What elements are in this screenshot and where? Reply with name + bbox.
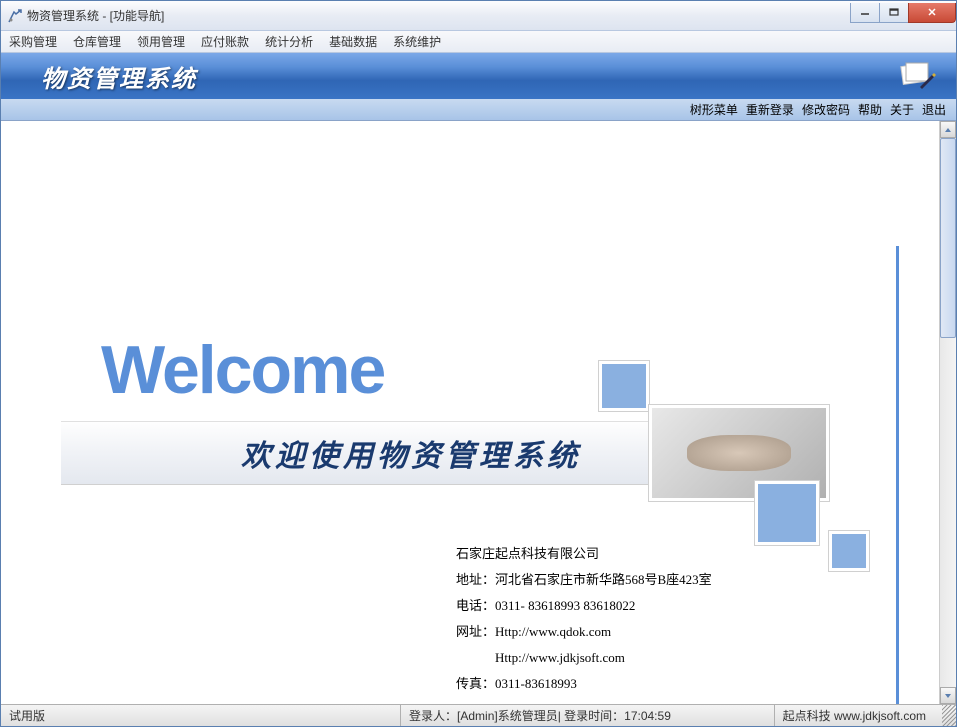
company-web1: 网址：Http://www.qdok.com bbox=[456, 619, 712, 645]
scroll-down-button[interactable] bbox=[940, 687, 956, 704]
minimize-button[interactable] bbox=[850, 3, 880, 23]
vertical-scrollbar[interactable] bbox=[939, 121, 956, 704]
menu-purchase[interactable]: 采购管理 bbox=[9, 33, 57, 50]
maximize-button[interactable] bbox=[879, 3, 909, 23]
toolbar: 树形菜单 重新登录 修改密码 帮助 关于 退出 bbox=[1, 99, 956, 121]
banner-title: 物资管理系统 bbox=[41, 59, 197, 94]
resize-grip[interactable] bbox=[942, 705, 956, 726]
content-area: Welcome Welcome 欢迎使用物资管理系统 石家庄起点科技有限公司 地… bbox=[1, 121, 939, 704]
decoration-square bbox=[829, 531, 869, 571]
scroll-up-button[interactable] bbox=[940, 121, 956, 138]
close-button[interactable] bbox=[908, 3, 956, 23]
welcome-chinese: 欢迎使用物资管理系统 bbox=[241, 431, 581, 475]
company-info: 石家庄起点科技有限公司 地址：河北省石家庄市新华路568号B座423室 电话：0… bbox=[456, 541, 712, 697]
toolbar-exit[interactable]: 退出 bbox=[922, 101, 946, 118]
company-name: 石家庄起点科技有限公司 bbox=[456, 541, 712, 567]
toolbar-tree-menu[interactable]: 树形菜单 bbox=[690, 101, 738, 118]
status-company: 起点科技 www.jdkjsoft.com bbox=[775, 705, 942, 726]
accent-line bbox=[896, 246, 899, 704]
toolbar-about[interactable]: 关于 bbox=[890, 101, 914, 118]
toolbar-relogin[interactable]: 重新登录 bbox=[746, 101, 794, 118]
titlebar: 物资管理系统 - [功能导航] bbox=[1, 1, 956, 31]
company-fax: 传真：0311-83618993 bbox=[456, 671, 712, 697]
toolbar-change-password[interactable]: 修改密码 bbox=[802, 101, 850, 118]
window-title: 物资管理系统 - [功能导航] bbox=[27, 7, 851, 24]
menu-payable[interactable]: 应付账款 bbox=[201, 33, 249, 50]
scroll-thumb[interactable] bbox=[940, 138, 956, 338]
statusbar: 试用版 登录人：[Admin]系统管理员 | 登录时间：17:04:59 起点科… bbox=[1, 704, 956, 726]
banner: 物资管理系统 bbox=[1, 53, 956, 99]
welcome-english: Welcome bbox=[101, 331, 384, 409]
menubar: 采购管理 仓库管理 领用管理 应付账款 统计分析 基础数据 系统维护 bbox=[1, 31, 956, 53]
decoration-square bbox=[755, 481, 819, 545]
menu-basedata[interactable]: 基础数据 bbox=[329, 33, 377, 50]
toolbar-help[interactable]: 帮助 bbox=[858, 101, 882, 118]
status-version: 试用版 bbox=[1, 705, 401, 726]
company-address: 地址：河北省石家庄市新华路568号B座423室 bbox=[456, 567, 712, 593]
company-phone: 电话：0311- 83618993 83618022 bbox=[456, 593, 712, 619]
banner-decoration-icon bbox=[896, 57, 936, 95]
menu-system[interactable]: 系统维护 bbox=[393, 33, 441, 50]
menu-warehouse[interactable]: 仓库管理 bbox=[73, 33, 121, 50]
company-web2: Http://www.jdkjsoft.com bbox=[456, 645, 712, 671]
app-icon bbox=[7, 8, 23, 24]
scroll-track[interactable] bbox=[940, 138, 956, 687]
menu-statistics[interactable]: 统计分析 bbox=[265, 33, 313, 50]
decoration-square bbox=[599, 361, 649, 411]
status-login: 登录人：[Admin]系统管理员 | 登录时间：17:04:59 bbox=[401, 705, 775, 726]
menu-requisition[interactable]: 领用管理 bbox=[137, 33, 185, 50]
